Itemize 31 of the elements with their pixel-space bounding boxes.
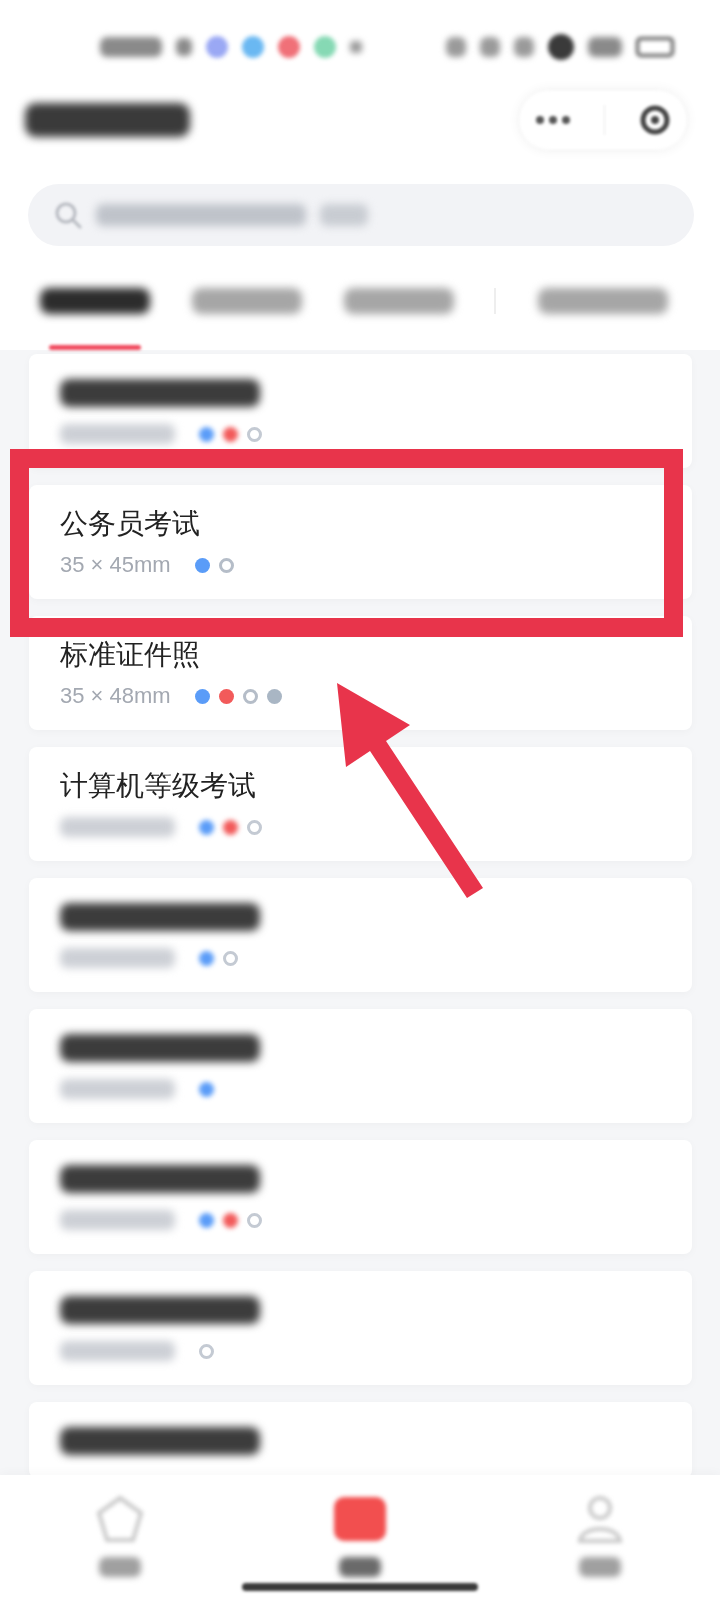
list-card[interactable] (29, 1402, 692, 1475)
list-card[interactable]: 公务员考试 35 × 45mm (29, 485, 692, 599)
blurred-label (579, 1557, 621, 1577)
search-icon (54, 201, 82, 229)
item-title: 标准证件照 (60, 638, 200, 672)
blurred-label (339, 1557, 381, 1577)
blurred-status-icon (350, 41, 362, 53)
list-card[interactable] (29, 1009, 692, 1123)
item-size: 35 × 48mm (60, 682, 171, 710)
list-card[interactable] (29, 878, 692, 992)
target-icon[interactable] (639, 105, 670, 135)
item-title: 公务员考试 (60, 507, 200, 541)
blurred-label (99, 1557, 141, 1577)
blurred-status-icon (548, 34, 574, 60)
blurred-status-icon (588, 37, 622, 57)
home-icon (96, 1495, 144, 1543)
blurred-time (100, 37, 162, 57)
list-card[interactable] (29, 1140, 692, 1254)
blurred-status-icon (480, 37, 500, 57)
blurred-placeholder (320, 204, 368, 226)
item-size: 35 × 45mm (60, 551, 171, 579)
person-icon (576, 1495, 624, 1543)
battery-icon (636, 37, 674, 57)
item-title: 计算机等级考试 (60, 769, 256, 803)
blurred-status-icon (176, 38, 192, 56)
blurred-status-icon (446, 37, 466, 57)
tile-icon (334, 1495, 386, 1543)
more-icon[interactable] (536, 116, 571, 124)
list-card[interactable]: 计算机等级考试 (29, 747, 692, 861)
blurred-status-icon (514, 37, 534, 57)
list-card[interactable] (29, 1271, 692, 1385)
